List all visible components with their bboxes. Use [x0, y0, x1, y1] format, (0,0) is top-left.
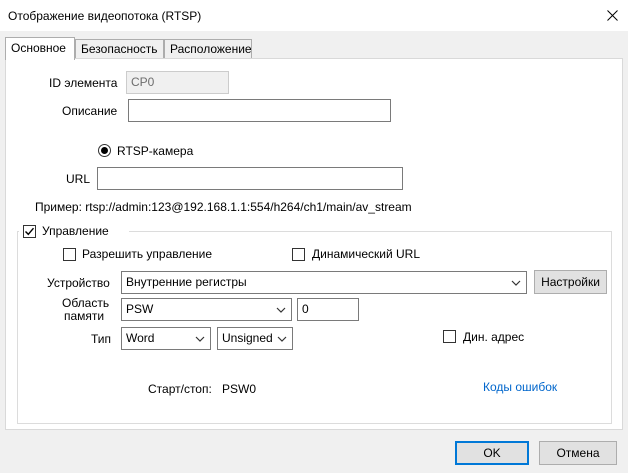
description-label: Описание — [62, 104, 118, 118]
element-id-field: CP0 — [126, 71, 229, 94]
title-bar: Отображение видеопотока (RTSP) — [0, 0, 628, 31]
error-codes-link[interactable]: Коды ошибок — [483, 380, 557, 394]
tab-layout[interactable]: Расположение — [164, 39, 252, 59]
memory-area-select[interactable]: PSW — [121, 298, 292, 321]
ok-button[interactable]: OK — [455, 441, 529, 465]
tab-general-label: Основное — [11, 41, 66, 55]
close-icon — [606, 10, 618, 21]
tab-layout-label: Расположение — [170, 42, 252, 56]
memory-area-label-line1: Область — [62, 296, 110, 310]
close-button[interactable] — [596, 0, 628, 31]
sign-select-value: Unsigned — [222, 331, 273, 345]
url-label: URL — [66, 172, 91, 186]
url-input[interactable] — [97, 167, 403, 190]
memory-offset-input[interactable]: 0 — [297, 298, 359, 321]
type-label: Тип — [91, 332, 112, 346]
dynamic-url-label: Динамический URL — [312, 247, 421, 261]
chevron-down-icon — [510, 272, 522, 293]
sign-select[interactable]: Unsigned — [217, 327, 293, 350]
device-select[interactable]: Внутренние регистры — [121, 271, 527, 294]
chevron-down-icon — [276, 328, 288, 349]
cancel-button[interactable]: Отмена — [539, 441, 617, 465]
rtsp-camera-label: RTSP-камера — [117, 144, 194, 158]
description-input[interactable] — [128, 99, 391, 122]
element-id-label: ID элемента — [49, 76, 118, 90]
start-stop-value: PSW0 — [222, 382, 257, 396]
url-example-text: Пример: rtsp://admin:123@192.168.1.1:554… — [35, 200, 412, 214]
chevron-down-icon — [194, 328, 206, 349]
memory-area-label-line2: памяти — [64, 309, 105, 323]
type-select[interactable]: Word — [121, 327, 211, 350]
control-group-label: Управление — [42, 224, 109, 238]
checkmark-icon — [25, 227, 35, 236]
dyn-address-label: Дин. адрес — [463, 330, 525, 344]
memory-area-select-value: PSW — [126, 302, 154, 316]
tab-security-label: Безопасность — [81, 42, 158, 56]
control-checkbox[interactable] — [23, 225, 36, 238]
tab-panel-general: ID элемента CP0 Описание RTSP-камера URL… — [5, 58, 623, 430]
device-select-value: Внутренние регистры — [126, 275, 247, 289]
type-select-value: Word — [126, 331, 155, 345]
window-title: Отображение видеопотока (RTSP) — [8, 9, 202, 23]
chevron-down-icon — [275, 299, 287, 320]
dynamic-url-checkbox[interactable] — [292, 248, 305, 261]
allow-control-label: Разрешить управление — [82, 247, 213, 261]
start-stop-label: Старт/стоп: — [148, 382, 212, 396]
tab-security[interactable]: Безопасность — [75, 39, 164, 59]
settings-button[interactable]: Настройки — [534, 270, 607, 294]
allow-control-checkbox[interactable] — [63, 248, 76, 261]
dyn-address-checkbox[interactable] — [443, 330, 456, 343]
tab-general[interactable]: Основное — [5, 37, 75, 60]
rtsp-camera-radio[interactable] — [98, 144, 111, 157]
radio-selected-dot — [101, 147, 108, 154]
device-label: Устройство — [47, 276, 110, 290]
